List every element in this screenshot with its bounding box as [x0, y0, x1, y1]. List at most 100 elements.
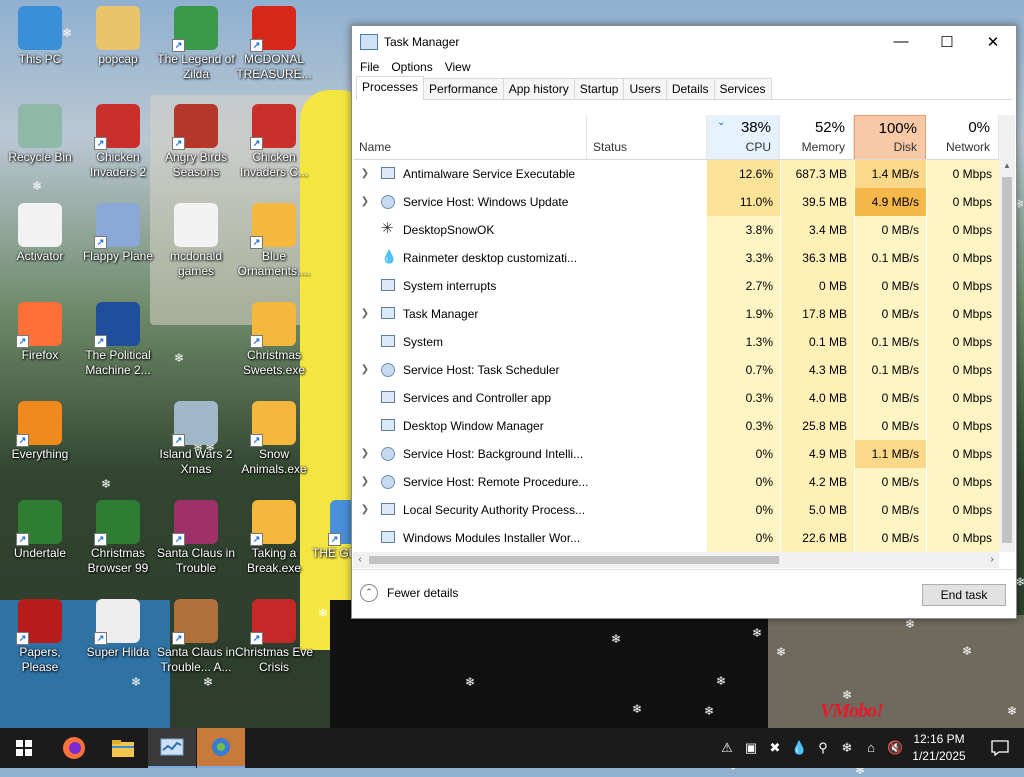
rainmeter-icon[interactable]: 💧 — [791, 739, 807, 757]
desktop-icon[interactable]: ↗ The Political Machine 2... — [78, 302, 158, 378]
column-header-cpu[interactable]: ⌄ 38% CPU — [707, 115, 780, 159]
desktop-icon[interactable]: mcdonald games — [156, 203, 236, 279]
desktop-icon[interactable]: ↗ Island Wars 2 Xmas — [156, 401, 236, 477]
everything-icon[interactable]: ⚲ — [815, 739, 831, 757]
process-memory: 17.8 MB — [780, 300, 854, 328]
desktop-icon[interactable]: ↗ The Legend of Zilda — [156, 6, 236, 82]
table-row[interactable]: ❯ Service Host: Task Scheduler 0.7% 4.3 MB 0… — [353, 356, 999, 384]
scroll-up-icon[interactable]: ▲ — [999, 161, 1015, 175]
vertical-scrollbar[interactable]: ▲ — [999, 115, 1015, 552]
desktop-icon[interactable]: ↗ Snow Animals.exe — [234, 401, 314, 477]
taskbar-task-manager[interactable] — [148, 728, 196, 768]
desktop-icon[interactable]: ↗ Taking a Break.exe — [234, 500, 314, 576]
tab-users[interactable]: Users — [623, 78, 667, 99]
monitor-icon[interactable]: ▣ — [743, 739, 759, 757]
desktop-icon[interactable]: ↗ Christmas Eve Crisis — [234, 599, 314, 675]
angry-birds-icon: ↗ — [172, 104, 218, 150]
column-header-disk[interactable]: 100% Disk — [854, 115, 926, 159]
horizontal-scroll-thumb[interactable] — [369, 556, 779, 564]
horizontal-scrollbar[interactable]: ‹ › — [353, 552, 999, 568]
table-row[interactable]: ❯ Service Host: Remote Procedure... 0% 4.2 … — [353, 468, 999, 496]
desktop-icon[interactable]: ↗ MCDONAL TREASURE... — [234, 6, 314, 82]
end-task-button[interactable]: End task — [922, 584, 1006, 606]
table-row[interactable]: Windows Modules Installer Wor... 0% 22.6 M… — [353, 524, 999, 552]
alert-icon[interactable]: ⚠ — [719, 739, 735, 757]
table-row[interactable]: ❯ Antimalware Service Executable 12.6% 687.… — [353, 160, 999, 188]
desktop-icon[interactable]: ↗ Chicken Invaders C... — [234, 104, 314, 180]
table-row[interactable]: Services and Controller app 0.3% 4.0 MB 0 M… — [353, 384, 999, 412]
tab-services[interactable]: Services — [713, 78, 772, 99]
desktop-icon[interactable]: ↗ Firefox — [0, 302, 80, 363]
taskbar-file-explorer[interactable] — [99, 728, 147, 768]
network-error-icon[interactable]: ✖ — [767, 739, 783, 757]
snowflake-icon: ❄ — [611, 632, 622, 646]
desktop-icon[interactable]: ↗ Flappy Plane — [78, 203, 158, 264]
maximize-button[interactable]: ☐ — [924, 26, 970, 57]
clock[interactable]: 12:16 PM 1/21/2025 — [909, 731, 969, 765]
desktop-icon[interactable]: popcap — [78, 6, 158, 67]
desktop-icon[interactable]: ↗ Super Hilda — [78, 599, 158, 660]
vertical-scroll-thumb[interactable] — [1002, 177, 1012, 543]
volume-muted-icon[interactable]: 🔇 — [887, 739, 903, 757]
tab-performance[interactable]: Performance — [423, 78, 504, 99]
desktop-icon[interactable]: ↗ Everything — [0, 401, 80, 462]
close-button[interactable]: ✕ — [970, 26, 1016, 57]
expand-chevron-icon[interactable]: ❯ — [359, 356, 371, 384]
expand-chevron-icon[interactable]: ❯ — [359, 160, 371, 188]
desktop-icon[interactable]: ↗ Blue Ornaments.... — [234, 203, 314, 279]
desktop-icon[interactable]: ↗ Christmas Browser 99 — [78, 500, 158, 576]
menu-options[interactable]: Options — [385, 60, 438, 74]
desktop-icon[interactable]: ↗ Papers, Please — [0, 599, 80, 675]
table-row[interactable]: ❯ Service Host: Background Intelli... 0% 4.… — [353, 440, 999, 468]
column-header-status[interactable]: Status — [587, 115, 707, 159]
column-header-memory[interactable]: 52% Memory — [780, 115, 854, 159]
desktop-icon-label: Super Hilda — [86, 645, 150, 659]
desktop-icon[interactable]: Recycle Bin — [0, 104, 80, 165]
desktop-icon[interactable]: ↗ Angry Birds Seasons — [156, 104, 236, 180]
desktop-icon[interactable]: Activator — [0, 203, 80, 264]
process-name: DesktopSnowOK — [403, 223, 495, 237]
process-disk: 0 MB/s — [854, 496, 926, 524]
title-bar[interactable]: Task Manager — ☐ ✕ — [352, 26, 1016, 57]
process-network: 0 Mbps — [926, 440, 999, 468]
menu-file[interactable]: File — [354, 60, 385, 74]
desktop-icon[interactable]: ↗ Chicken Invaders 2 — [78, 104, 158, 180]
tab-details[interactable]: Details — [665, 78, 715, 99]
menu-view[interactable]: View — [439, 60, 477, 74]
table-row[interactable]: ❯ Task Manager 1.9% 17.8 MB 0 MB/s 0 Mbps — [353, 300, 999, 328]
notification-button[interactable] — [976, 728, 1024, 768]
tab-processes[interactable]: Processes — [356, 76, 425, 100]
start-button[interactable] — [0, 728, 48, 768]
wifi-icon[interactable]: ⌂ — [863, 739, 879, 757]
table-row[interactable]: 💧 Rainmeter desktop customizati... 3.3% 36.… — [353, 244, 999, 272]
process-disk: 0 MB/s — [854, 468, 926, 496]
column-header-network[interactable]: 0% Network — [926, 115, 999, 159]
taskbar-firefox[interactable] — [50, 728, 98, 768]
table-row[interactable]: System 1.3% 0.1 MB 0.1 MB/s 0 Mbps — [353, 328, 999, 356]
expand-chevron-icon[interactable]: ❯ — [359, 300, 371, 328]
desktop-icon[interactable]: ↗ Christmas Sweets.exe — [234, 302, 314, 378]
snowflake-icon[interactable]: ❄ — [839, 739, 855, 757]
table-row[interactable]: Desktop Window Manager 0.3% 25.8 MB 0 MB/s 0… — [353, 412, 999, 440]
expand-chevron-icon[interactable]: ❯ — [359, 496, 371, 524]
table-row[interactable]: System interrupts 2.7% 0 MB 0 MB/s 0 Mbps — [353, 272, 999, 300]
desktop-icon[interactable]: This PC — [0, 6, 80, 67]
shortcut-arrow-icon: ↗ — [250, 533, 263, 546]
scroll-right-icon[interactable]: › — [985, 552, 999, 568]
expand-chevron-icon[interactable]: ❯ — [359, 188, 371, 216]
table-row[interactable]: ✳ DesktopSnowOK 3.8% 3.4 MB 0 MB/s 0 Mbps — [353, 216, 999, 244]
fewer-details-button[interactable]: ⌃ Fewer details — [360, 584, 458, 602]
minimize-button[interactable]: — — [878, 26, 924, 57]
column-header-name[interactable]: Name — [353, 115, 587, 159]
desktop-icon[interactable]: ↗ Santa Claus in Trouble — [156, 500, 236, 576]
taskbar-windows-update[interactable] — [197, 728, 245, 768]
desktop-icon[interactable]: ↗ Santa Claus in Trouble... A... — [156, 599, 236, 675]
expand-chevron-icon[interactable]: ❯ — [359, 468, 371, 496]
expand-chevron-icon[interactable]: ❯ — [359, 440, 371, 468]
tab-app-history[interactable]: App history — [502, 78, 575, 99]
table-row[interactable]: ❯ Service Host: Windows Update 11.0% 39.5 M… — [353, 188, 999, 216]
tab-startup[interactable]: Startup — [573, 78, 625, 99]
desktop-icon[interactable]: ↗ Undertale — [0, 500, 80, 561]
table-row[interactable]: ❯ Local Security Authority Process... 0% 5.… — [353, 496, 999, 524]
scroll-left-icon[interactable]: ‹ — [353, 552, 367, 568]
